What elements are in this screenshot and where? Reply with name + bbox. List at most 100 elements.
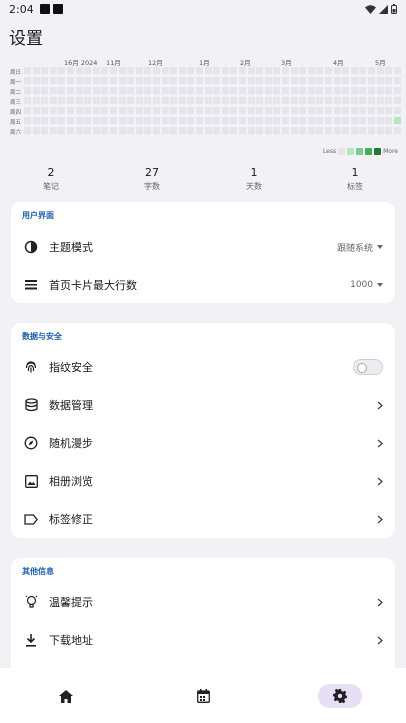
- heatmap-cell: [368, 127, 375, 134]
- heatmap-cell: [118, 97, 126, 104]
- contrast-icon: [23, 239, 39, 255]
- heatmap-cell: [385, 67, 393, 74]
- heatmap-cell: [316, 127, 324, 134]
- heatmap-cell: [187, 117, 195, 124]
- heatmap-cell: [256, 117, 264, 124]
- heatmap-cell: [49, 67, 57, 74]
- heatmap-cell: [196, 67, 203, 74]
- heatmap-cell: [170, 117, 178, 124]
- heatmap-cell: [118, 107, 126, 114]
- heatmap-cell: [239, 107, 246, 114]
- album-row[interactable]: 相册浏览: [11, 462, 395, 500]
- nav-calendar[interactable]: [181, 684, 225, 708]
- heatmap-cell: [67, 127, 74, 134]
- heatmap-cell: [221, 127, 229, 134]
- heatmap-cell: [325, 67, 332, 74]
- theme-mode-dropdown[interactable]: 跟随系统: [337, 241, 383, 254]
- heatmap-cell: [32, 127, 40, 134]
- heatmap-cell: [161, 77, 169, 84]
- fingerprint-icon: [23, 359, 39, 375]
- chevron-right-icon: [377, 598, 383, 606]
- heatmap-cell: [359, 67, 367, 74]
- heatmap-cell: [75, 107, 83, 114]
- heatmap-cell: [24, 117, 31, 124]
- day-label: 周一: [10, 80, 22, 86]
- heatmap-cell: [307, 77, 315, 84]
- heatmap-cell: [256, 77, 264, 84]
- stat-days: 1 天数: [214, 166, 294, 192]
- heatmap-cell: [307, 117, 315, 124]
- heatmap-cell: [84, 97, 92, 104]
- heatmap-cell: [393, 67, 401, 74]
- heatmap-cell: [110, 107, 117, 114]
- gear-icon: [333, 689, 347, 703]
- heatmap-cell: [290, 117, 298, 124]
- database-icon: [23, 397, 39, 413]
- heatmap-cell: [316, 87, 324, 94]
- heatmap-cell: [350, 97, 358, 104]
- section-header-other: 其他信息: [22, 567, 54, 576]
- month-label: 12月: [148, 59, 163, 67]
- heatmap-cell: [273, 107, 281, 114]
- heatmap-cell: [127, 87, 135, 94]
- heatmap-cell: [333, 127, 341, 134]
- heatmap-cell: [376, 117, 384, 124]
- notification-icon: [39, 4, 50, 14]
- tag-fix-row[interactable]: 标签修正: [11, 500, 395, 538]
- day-label: 周六: [10, 130, 22, 136]
- theme-mode-row[interactable]: 主题模式 跟随系统: [11, 228, 395, 266]
- heatmap-cell: [32, 97, 40, 104]
- heatmap-cell: [49, 117, 57, 124]
- download-icon: [23, 632, 39, 648]
- day-label: 周五: [10, 120, 22, 126]
- heatmap-cell: [239, 97, 246, 104]
- heatmap-cell: [110, 117, 117, 124]
- heatmap-cell: [49, 127, 57, 134]
- other-info-card: 其他信息 温馨提示 下载地址: [11, 558, 395, 678]
- random-walk-row[interactable]: 随机漫步: [11, 424, 395, 462]
- heatmap-cell: [247, 127, 255, 134]
- max-lines-row[interactable]: 首页卡片最大行数 1000: [11, 266, 395, 304]
- nav-home[interactable]: [44, 684, 88, 708]
- heatmap-cell: [359, 87, 367, 94]
- max-lines-label: 首页卡片最大行数: [49, 279, 137, 292]
- heatmap-cell: [264, 97, 272, 104]
- data-management-row[interactable]: 数据管理: [11, 386, 395, 424]
- tips-row[interactable]: 温馨提示: [11, 583, 395, 621]
- heatmap-cell: [204, 107, 212, 114]
- fingerprint-row[interactable]: 指纹安全: [11, 348, 395, 386]
- heatmap-cell: [307, 67, 315, 74]
- fingerprint-toggle[interactable]: [353, 359, 383, 375]
- dropdown-arrow-icon: [377, 245, 383, 249]
- heatmap-cell: [144, 127, 152, 134]
- max-lines-dropdown[interactable]: 1000: [350, 280, 383, 290]
- legend-less-label: Less: [322, 148, 337, 155]
- heatmap-cell: [273, 87, 281, 94]
- heatmap-cell: [325, 97, 332, 104]
- heatmap-cell: [299, 117, 307, 124]
- heatmap-cell: [32, 87, 40, 94]
- heatmap-cell: [24, 107, 31, 114]
- heatmap-cell: [316, 97, 324, 104]
- heatmap-cell: [67, 87, 74, 94]
- nav-settings[interactable]: [318, 684, 362, 708]
- month-label: 16月 2024: [64, 59, 98, 67]
- heatmap-cell: [256, 67, 264, 74]
- heatmap-cell: [359, 127, 367, 134]
- heatmap-cell: [178, 117, 186, 124]
- heatmap-cell: [92, 67, 100, 74]
- download-row[interactable]: 下载地址: [11, 621, 395, 659]
- heatmap-cell: [290, 67, 298, 74]
- heatmap-cell: [256, 87, 264, 94]
- heatmap-cell: [135, 107, 143, 114]
- heatmap-cell: [101, 67, 109, 74]
- heatmap-cell: [239, 117, 246, 124]
- heatmap-cell: [187, 67, 195, 74]
- heatmap-cell: [67, 77, 74, 84]
- heatmap-cell: [110, 77, 117, 84]
- heatmap-cell: [187, 127, 195, 134]
- heatmap-cell: [127, 67, 135, 74]
- heatmap-cell: [213, 77, 221, 84]
- heatmap-cell: [58, 87, 66, 94]
- heatmap-cell: [350, 77, 358, 84]
